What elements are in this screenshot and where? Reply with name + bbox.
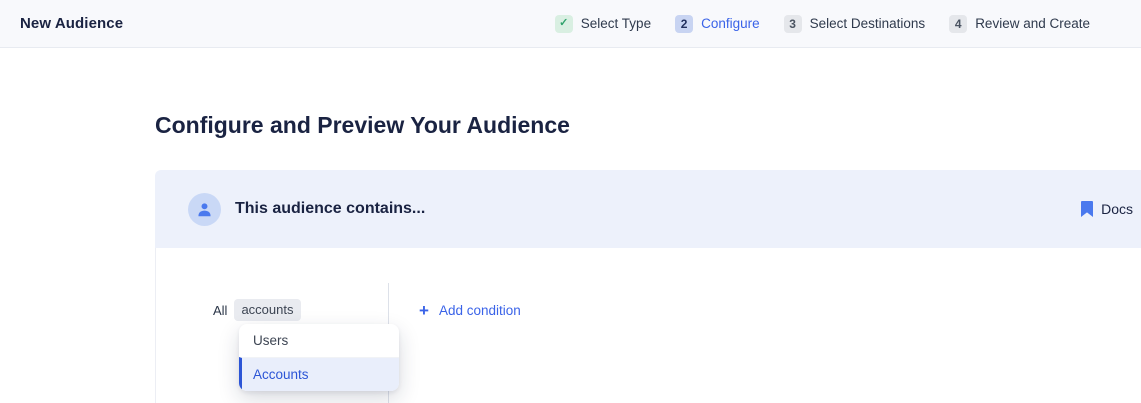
entity-type-dropdown-menu: Users Accounts bbox=[239, 324, 399, 391]
step-label-configure: Configure bbox=[701, 16, 760, 31]
audience-card: This audience contains... Docs All accou… bbox=[155, 170, 1141, 403]
dropdown-option-accounts[interactable]: Accounts bbox=[239, 357, 399, 391]
person-icon bbox=[196, 201, 213, 218]
dropdown-option-users[interactable]: Users bbox=[239, 324, 399, 357]
card-body: All accounts + Add condition Users Accou… bbox=[155, 248, 1141, 403]
docs-label: Docs bbox=[1101, 201, 1133, 217]
step-select-destinations[interactable]: 3 Select Destinations bbox=[784, 15, 926, 33]
step-label-review-and-create: Review and Create bbox=[975, 16, 1090, 31]
step-number-badge: 3 bbox=[784, 15, 802, 33]
step-number-badge: 2 bbox=[675, 15, 693, 33]
step-label-select-destinations: Select Destinations bbox=[810, 16, 926, 31]
condition-row: All accounts bbox=[213, 299, 301, 321]
docs-link[interactable]: Docs bbox=[1081, 201, 1135, 217]
plus-icon: + bbox=[419, 302, 429, 319]
card-title: This audience contains... bbox=[235, 200, 425, 218]
card-header: This audience contains... Docs bbox=[155, 170, 1141, 248]
step-number-badge: 4 bbox=[949, 15, 967, 33]
stepper: ✓ Select Type 2 Configure 3 Select Desti… bbox=[555, 15, 1090, 33]
entity-type-dropdown-trigger[interactable]: accounts bbox=[234, 299, 300, 321]
page-title: New Audience bbox=[20, 15, 123, 32]
page-heading: Configure and Preview Your Audience bbox=[155, 110, 570, 140]
avatar bbox=[188, 193, 221, 226]
bookmark-icon bbox=[1081, 201, 1093, 217]
top-bar: New Audience ✓ Select Type 2 Configure 3… bbox=[0, 0, 1141, 48]
step-label-select-type: Select Type bbox=[581, 16, 651, 31]
step-review-and-create[interactable]: 4 Review and Create bbox=[949, 15, 1090, 33]
add-condition-button[interactable]: + Add condition bbox=[419, 302, 521, 319]
step-configure[interactable]: 2 Configure bbox=[675, 15, 760, 33]
step-select-type[interactable]: ✓ Select Type bbox=[555, 15, 651, 33]
condition-prefix-label: All bbox=[213, 303, 227, 318]
check-icon: ✓ bbox=[555, 15, 573, 33]
add-condition-label: Add condition bbox=[439, 303, 521, 318]
